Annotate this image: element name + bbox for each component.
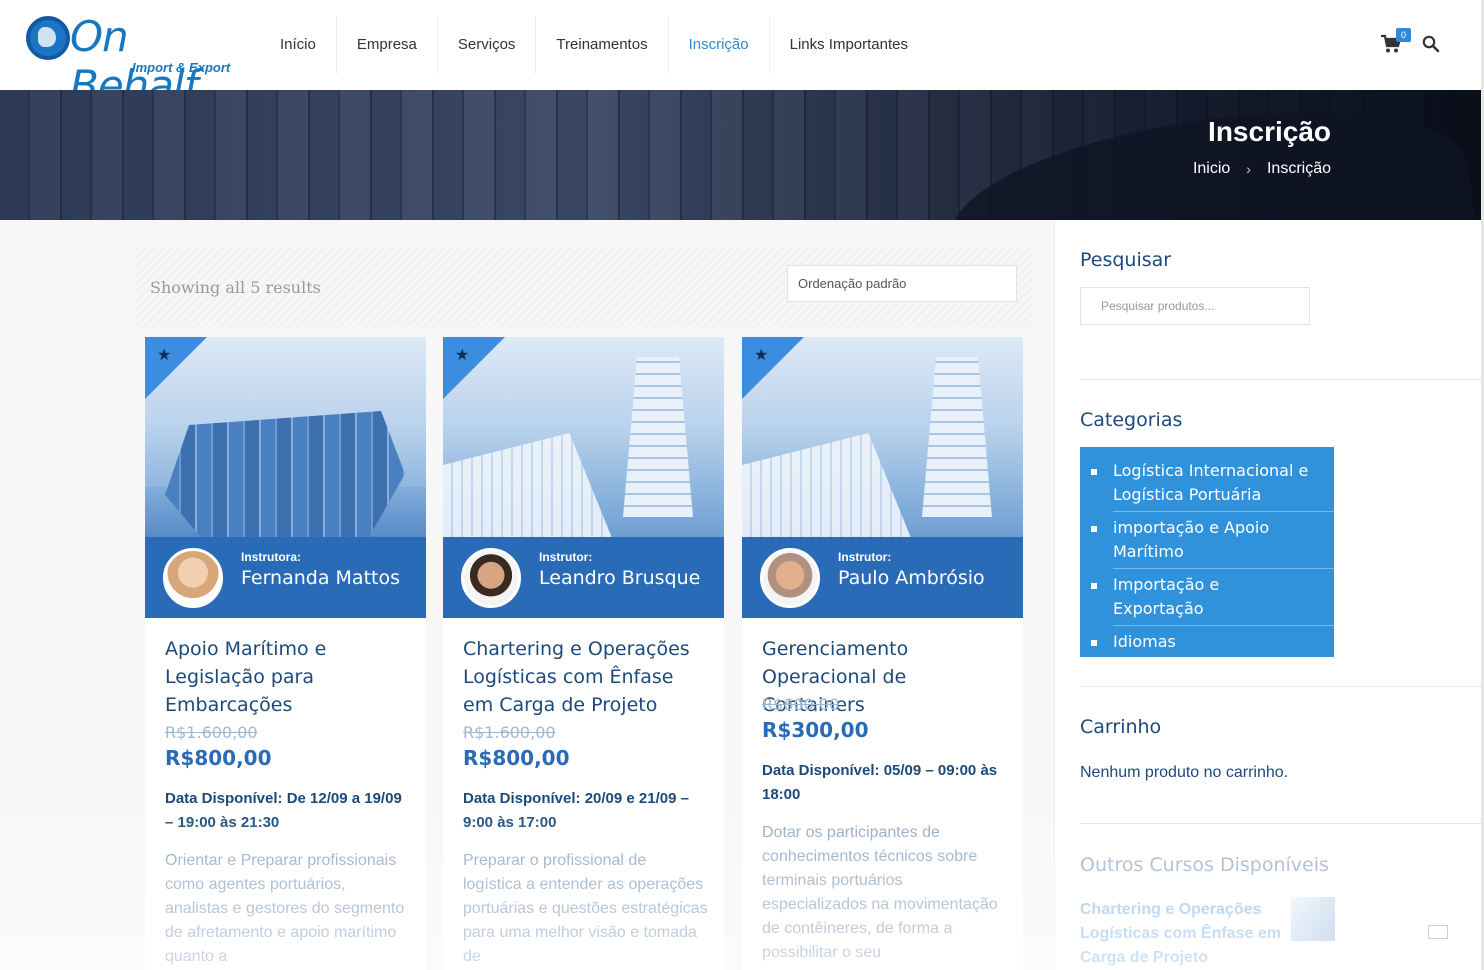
product-description: Orientar e Preparar profissionais como a… [165,852,405,965]
sidebar: Pesquisar Pesquisar produtos... Categori… [1054,220,1482,970]
product-description: Preparar o profissional de logística a e… [463,852,708,965]
breadcrumb: Inicio › Inscrição [1193,160,1331,178]
categories-title: Categorias [1080,409,1183,431]
category-item[interactable]: Logística Internacional e Logística Port… [1080,455,1334,511]
instructor-avatar [760,548,820,608]
nav-links-importantes[interactable]: Links Importantes [770,16,928,74]
search-widget-title: Pesquisar [1080,249,1172,271]
site-header: On Behalf Import & Export Início Empresa… [0,0,1484,110]
instructor-name: Paulo Ambrósio [838,567,985,589]
other-course-link[interactable]: Chartering e Operações Logísticas com Ên… [1080,898,1285,970]
other-course-thumbnail[interactable] [1291,897,1335,941]
star-icon: ★ [754,347,769,364]
instructor-avatar [461,548,521,608]
other-courses-title: Outros Cursos Disponíveis [1080,854,1329,876]
product-description: Dotar os participantes de conhecimentos … [762,824,998,961]
star-icon: ★ [157,347,172,364]
star-icon: ★ [455,347,470,364]
nav-treinamentos[interactable]: Treinamentos [536,16,669,74]
chevron-right-icon: › [1246,161,1251,177]
breadcrumb-home[interactable]: Inicio [1193,160,1230,178]
product-title[interactable]: Chartering e Operações Logísticas com Ên… [463,635,708,719]
product-old-price: R$600,00 [762,695,840,714]
ordering-select[interactable]: Ordenação padrão [787,265,1017,302]
product-search-input[interactable]: Pesquisar produtos... [1080,287,1310,325]
categories-list: Logística Internacional e Logística Port… [1080,447,1334,657]
nav-empresa[interactable]: Empresa [337,16,438,74]
instructor-role: Instrutor: [838,550,892,564]
category-item[interactable]: importação e Apoio Marítimo [1091,511,1334,568]
instructor-name: Fernanda Mattos [241,567,400,589]
instructor-name: Leandro Brusque [539,567,701,589]
featured-corner [742,337,804,399]
category-item[interactable]: Importação e Exportação [1091,568,1334,625]
logo-subtitle: Import & Export [132,60,231,75]
results-count: Showing all 5 results [150,278,321,297]
cart-empty-message: Nenhum produto no carrinho. [1080,764,1289,781]
featured-corner [443,337,505,399]
search-icon[interactable] [1422,35,1440,58]
divider [1080,379,1482,380]
site-logo[interactable]: On Behalf Import & Export [26,12,236,110]
main-nav: Início Empresa Serviços Treinamentos Ins… [260,16,928,74]
divider [1080,686,1482,687]
product-old-price: R$1.600,00 [165,723,258,742]
shop-content: Showing all 5 results Ordenação padrão ★… [0,220,1054,970]
product-date: Data Disponível: De 12/09 a 19/09 – 19:0… [165,790,402,831]
divider [1080,823,1482,824]
product-card[interactable]: ★ Instrutora: Fernanda Mattos Apoio Marí… [145,337,426,970]
breadcrumb-current: Inscrição [1266,160,1331,177]
product-date: Data Disponível: 05/09 – 09:00 às 18:00 [762,762,998,803]
page-title: Inscrição [1208,116,1331,147]
product-card[interactable]: ★ Instrutor: Paulo Ambrósio Gerenciament… [742,337,1023,970]
mail-icon[interactable] [1428,925,1448,939]
product-image[interactable]: ★ Instrutora: Fernanda Mattos [145,337,426,618]
nav-inscricao[interactable]: Inscrição [669,16,770,74]
instructor-role: Instrutor: [539,550,593,564]
instructor-role: Instrutora: [241,550,301,564]
category-item[interactable]: Idiomas [1091,625,1334,658]
nav-servicos[interactable]: Serviços [438,16,537,74]
globe-icon [26,16,70,60]
product-date: Data Disponível: 20/09 e 21/09 – 9:00 às… [463,790,689,831]
product-price: R$300,00 [762,718,869,742]
product-card[interactable]: ★ Instrutor: Leandro Brusque Chartering … [443,337,724,970]
product-price: R$800,00 [463,746,570,770]
cart-count-badge: 0 [1396,28,1411,42]
product-price: R$800,00 [165,746,272,770]
results-toolbar: Showing all 5 results Ordenação padrão [136,248,1032,326]
nav-inicio[interactable]: Início [260,16,337,74]
product-old-price: R$1.600,00 [463,723,556,742]
product-title[interactable]: Apoio Marítimo e Legislação para Embarca… [165,635,410,719]
instructor-avatar [163,548,223,608]
product-image[interactable]: ★ Instrutor: Paulo Ambrósio [742,337,1023,618]
featured-corner [145,337,207,399]
cart-widget-title: Carrinho [1080,716,1162,738]
product-image[interactable]: ★ Instrutor: Leandro Brusque [443,337,724,618]
page-banner: Inscrição Inicio › Inscrição [0,90,1481,220]
